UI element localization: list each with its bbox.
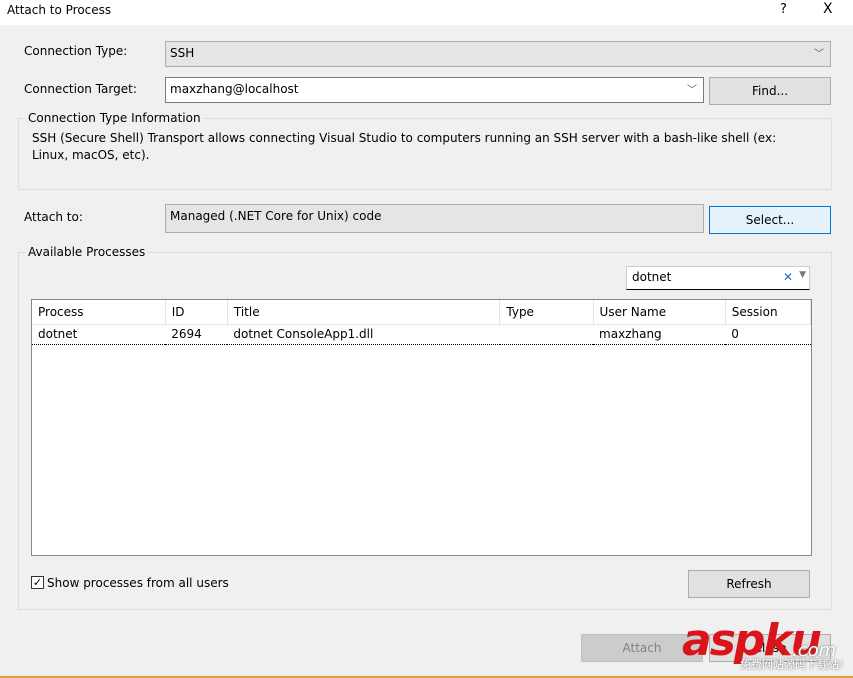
connection-info-text: SSH (Secure Shell) Transport allows conn… — [32, 131, 777, 162]
filter-value: dotnet — [632, 270, 672, 284]
connection-info-heading: Connection Type Information — [26, 111, 203, 125]
connection-target-input[interactable]: maxzhang@localhost ﹀ — [165, 77, 704, 103]
connection-type-label: Connection Type: — [24, 44, 128, 58]
column-header-user-name[interactable]: User Name — [593, 300, 726, 325]
clear-filter-icon[interactable]: ✕ — [783, 270, 793, 284]
close-button[interactable]: X — [823, 1, 833, 17]
connection-target-value: maxzhang@localhost — [170, 82, 299, 96]
column-header-id[interactable]: ID — [165, 300, 228, 325]
attach-to-value: Managed (.NET Core for Unix) code — [165, 204, 704, 233]
refresh-button[interactable]: Refresh — [688, 570, 810, 598]
chevron-down-icon: ﹀ — [814, 49, 824, 60]
table-cell: dotnet — [32, 323, 166, 345]
table-row[interactable]: dotnet 2694 dotnet ConsoleApp1.dll maxzhang… — [32, 323, 811, 345]
help-button[interactable]: ? — [780, 2, 787, 17]
process-filter-input[interactable]: dotnet ✕ ▼ — [626, 266, 810, 290]
table-cell: 2694 — [165, 323, 228, 345]
column-header-type[interactable]: Type — [499, 300, 594, 325]
title-bar — [0, 0, 853, 25]
table-cell: maxzhang — [593, 323, 726, 345]
connection-type-value: SSH — [170, 46, 195, 60]
table-cell — [499, 323, 594, 345]
column-header-title[interactable]: Title — [227, 300, 501, 325]
available-processes-heading: Available Processes — [26, 245, 148, 259]
chevron-down-icon: ﹀ — [687, 85, 697, 96]
select-button[interactable]: Select... — [709, 206, 831, 234]
column-header-session[interactable]: Session — [725, 300, 812, 325]
window-title: Attach to Process — [7, 3, 112, 17]
watermark-tagline: 免费网站源码下载站! — [740, 658, 844, 671]
table-cell: dotnet ConsoleApp1.dll — [227, 323, 500, 345]
dropdown-arrow-icon[interactable]: ▼ — [799, 270, 806, 280]
attach-to-label: Attach to: — [24, 210, 83, 224]
process-list[interactable]: Process ID Title Type User Name Session dotne… — [31, 299, 812, 556]
show-all-users-label[interactable]: Show processes from all users — [47, 576, 229, 590]
connection-type-select[interactable]: SSH ﹀ — [165, 41, 831, 67]
show-all-users-checkbox[interactable]: ✓ — [31, 576, 44, 589]
column-header-process[interactable]: Process — [32, 300, 166, 325]
table-cell: 0 — [725, 323, 811, 345]
connection-target-label: Connection Target: — [24, 82, 137, 96]
find-button[interactable]: Find... — [709, 77, 831, 105]
